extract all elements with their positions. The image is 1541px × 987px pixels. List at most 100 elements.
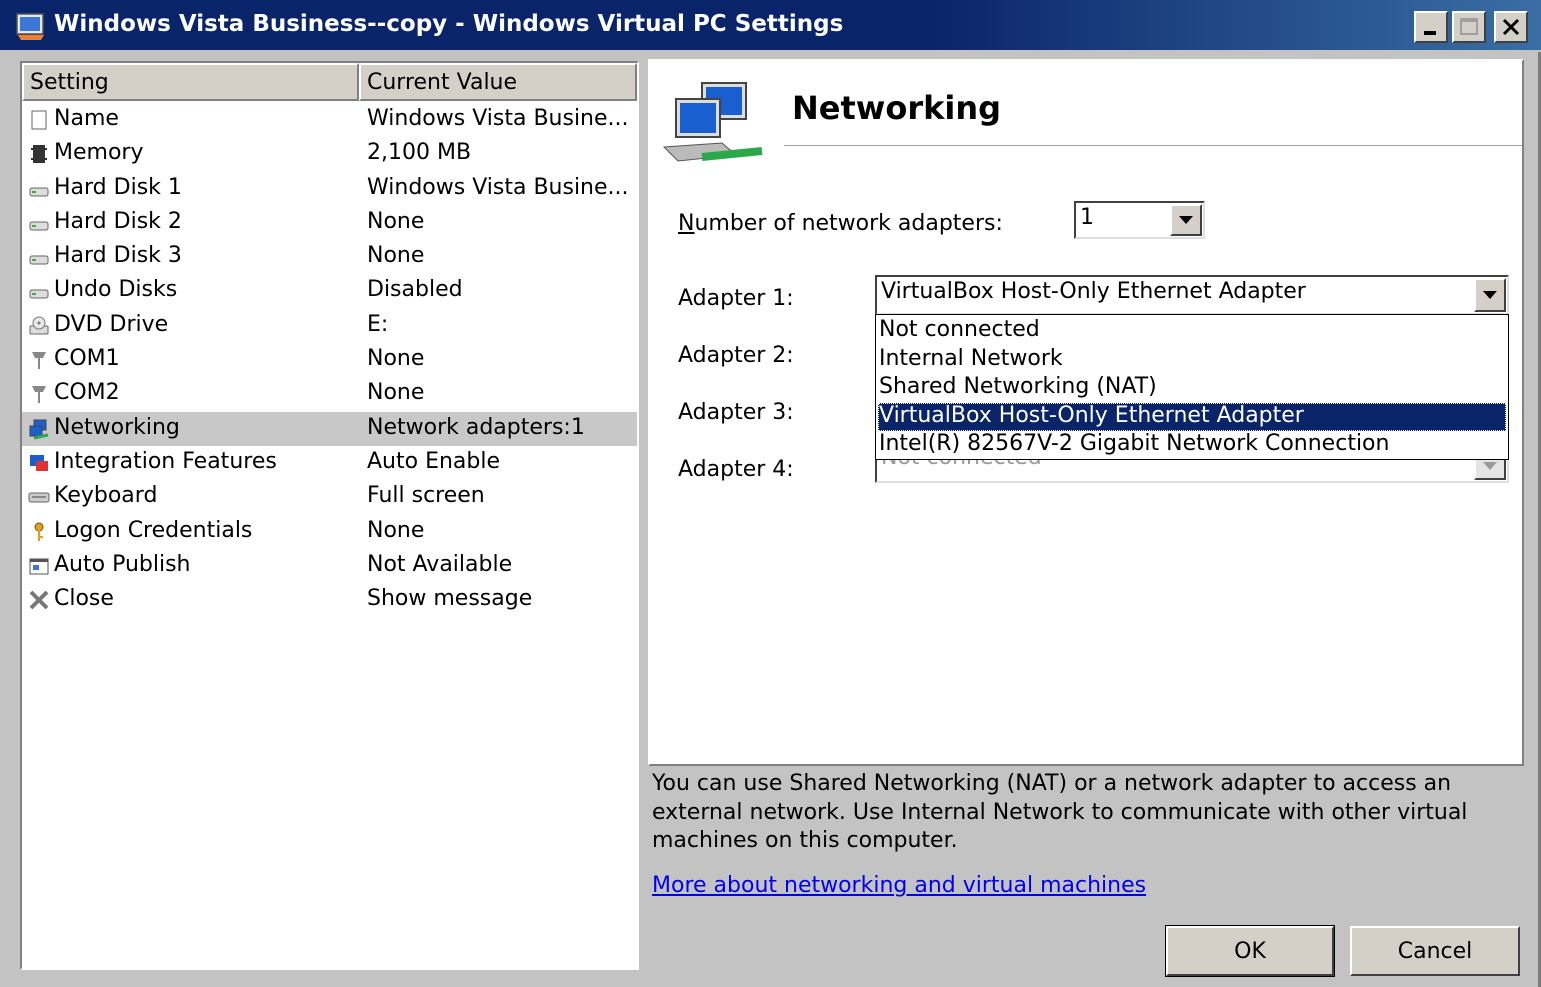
setting-row-memory[interactable]: Memory 2,100 MB [22, 137, 637, 171]
setting-row-integration-features[interactable]: Integration Features Auto Enable [22, 446, 637, 480]
dvd-drive-icon [29, 316, 49, 335]
dropdown-option[interactable]: VirtualBox Host-Only Ethernet Adapter [878, 402, 1506, 431]
column-header-current-value[interactable]: Current Value [359, 63, 637, 101]
document-icon [31, 110, 47, 130]
setting-name: DVD Drive [54, 311, 169, 337]
list-header: Setting Current Value [22, 63, 637, 101]
setting-row-undo-disks[interactable]: Undo Disks Disabled [22, 274, 637, 308]
title-bar[interactable]: Windows Vista Business--copy - Windows V… [0, 0, 1541, 52]
hard-disk-icon [29, 255, 49, 265]
window-title: Windows Vista Business--copy - Windows V… [54, 11, 844, 37]
title-divider [784, 145, 1522, 146]
num-adapters-dropdown-button[interactable] [1170, 204, 1202, 236]
keyboard-icon [28, 492, 50, 503]
setting-row-logon-credentials[interactable]: Logon Credentials None [22, 515, 637, 549]
setting-value: Show message [367, 586, 533, 612]
chevron-down-icon [1483, 462, 1497, 470]
setting-name: Name [54, 106, 119, 131]
panel-title: Networking [792, 89, 1002, 127]
setting-row-dvd-drive[interactable]: DVD Drive E: [22, 309, 637, 343]
setting-row-com2[interactable]: COM2 None [22, 377, 637, 411]
dropdown-option[interactable]: Not connected [878, 317, 1506, 345]
adapter3-label: Adapter 3: [678, 400, 794, 425]
setting-name: Hard Disk 1 [54, 174, 182, 200]
setting-value: None [367, 346, 425, 372]
serial-port-icon [32, 352, 46, 370]
settings-list[interactable]: Setting Current Value Name Windows Vista … [20, 61, 639, 970]
setting-name: Memory [54, 140, 144, 166]
virtual-pc-icon [16, 13, 44, 40]
dropdown-option[interactable]: Intel(R) 82567V-2 Gigabit Network Connec… [878, 431, 1506, 459]
networking-panel: Networking Number of network adapters: 1… [648, 59, 1524, 766]
hard-disk-icon [29, 187, 49, 197]
adapter4-label: Adapter 4: [678, 457, 794, 482]
num-adapters-label-text: umber of network adapters: [694, 211, 1003, 236]
memory-chip-icon [31, 145, 47, 164]
adapter1-label: Adapter 1: [678, 286, 794, 311]
maximize-icon [1460, 18, 1478, 35]
setting-value: None [367, 208, 425, 234]
setting-value: Not Available [367, 551, 513, 577]
adapter1-select[interactable]: VirtualBox Host-Only Ethernet Adapter [875, 275, 1509, 315]
serial-port-icon [32, 386, 46, 404]
maximize-button[interactable] [1452, 11, 1486, 43]
setting-row-hard-disk-1[interactable]: Hard Disk 1 Windows Vista Busine... [22, 172, 637, 206]
setting-value: None [367, 380, 425, 406]
setting-row-keyboard[interactable]: Keyboard Full screen [22, 480, 637, 514]
adapter1-value: VirtualBox Host-Only Ethernet Adapter [881, 279, 1306, 304]
setting-name: Networking [54, 414, 180, 440]
ok-button[interactable]: OK [1165, 925, 1335, 977]
setting-row-hard-disk-3[interactable]: Hard Disk 3 None [22, 240, 637, 274]
hard-disk-icon [29, 221, 49, 231]
setting-value: 2,100 MB [367, 140, 472, 166]
networking-icon [662, 82, 763, 162]
chevron-down-icon [1483, 291, 1497, 299]
setting-row-com1[interactable]: COM1 None [22, 343, 637, 377]
setting-value: Windows Vista Busine... [367, 174, 629, 200]
setting-value: None [367, 517, 425, 543]
setting-name: Integration Features [54, 448, 277, 474]
hard-disk-icon [29, 289, 49, 299]
setting-value: Disabled [367, 277, 463, 303]
chevron-down-icon [1179, 216, 1193, 224]
minimize-button[interactable] [1414, 11, 1448, 43]
integration-icon [30, 454, 48, 471]
column-header-setting[interactable]: Setting [22, 63, 359, 101]
setting-name: Logon Credentials [54, 517, 253, 543]
setting-row-name[interactable]: Name Windows Vista Busine... [22, 103, 637, 137]
networking-description: You can use Shared Networking (NAT) or a… [652, 771, 1468, 853]
cancel-button[interactable]: Cancel [1350, 926, 1520, 976]
more-about-networking-link[interactable]: More about networking and virtual machin… [652, 873, 1146, 898]
minimize-icon [1424, 31, 1436, 35]
setting-name: Close [54, 586, 114, 612]
setting-row-close[interactable]: Close Show message [22, 583, 637, 617]
setting-value: Auto Enable [367, 448, 501, 474]
setting-value: Network adapters:1 [367, 414, 585, 440]
close-icon [1502, 18, 1520, 36]
num-adapters-label: Number of network adapters: [678, 211, 1003, 236]
adapter1-dropdown-list[interactable]: Not connected Internal Network Shared Netw… [875, 314, 1509, 460]
setting-name: COM1 [54, 346, 120, 372]
network-icon [29, 419, 49, 440]
setting-name: Auto Publish [54, 551, 191, 577]
close-button[interactable] [1494, 11, 1528, 43]
setting-value: Windows Vista Busine... [367, 106, 629, 131]
setting-value: None [367, 243, 425, 269]
adapter1-dropdown-button[interactable] [1474, 278, 1506, 312]
setting-name: Hard Disk 2 [54, 208, 182, 234]
key-icon [34, 522, 44, 541]
setting-row-networking[interactable]: Networking Network adapters:1 [22, 411, 637, 446]
dropdown-option[interactable]: Internal Network [878, 346, 1506, 374]
setting-name: Keyboard [54, 483, 158, 509]
setting-name: Hard Disk 3 [54, 243, 182, 269]
adapter2-label: Adapter 2: [678, 343, 794, 368]
setting-name: Undo Disks [54, 277, 178, 303]
setting-row-auto-publish[interactable]: Auto Publish Not Available [22, 549, 637, 583]
num-adapters-select[interactable]: 1 [1074, 201, 1205, 239]
close-x-icon [29, 590, 49, 610]
setting-row-hard-disk-2[interactable]: Hard Disk 2 None [22, 206, 637, 240]
setting-value: E: [367, 311, 389, 337]
dropdown-option[interactable]: Shared Networking (NAT) [878, 374, 1506, 402]
window-icon [29, 558, 49, 575]
num-adapters-value: 1 [1080, 205, 1094, 230]
